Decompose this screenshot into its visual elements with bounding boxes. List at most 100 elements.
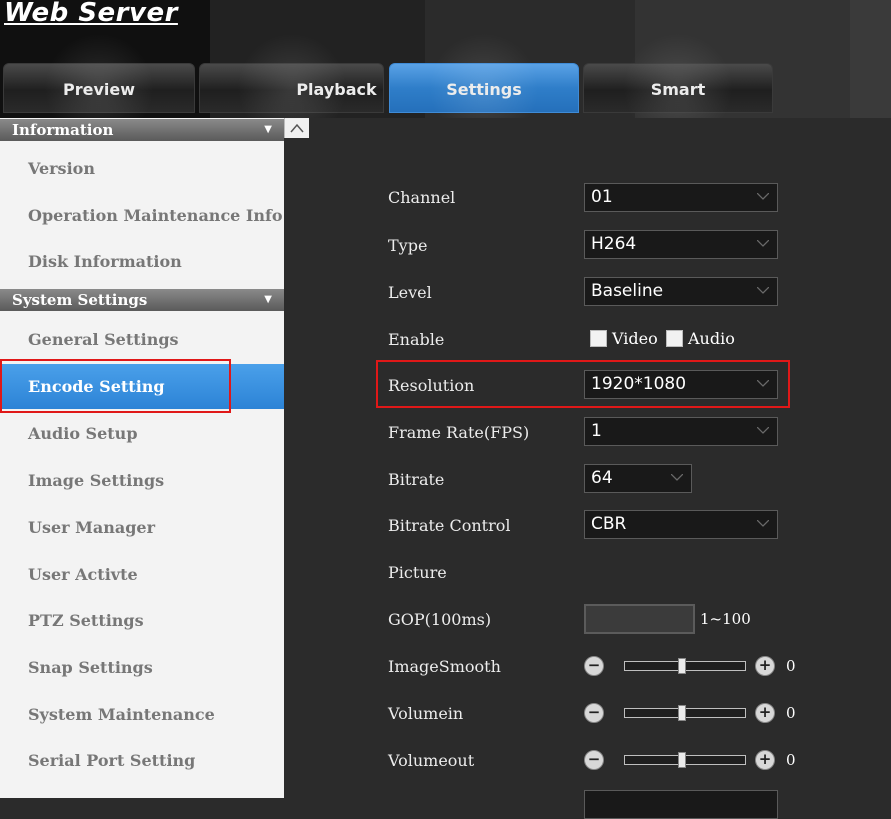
chevron-down-icon bbox=[757, 240, 769, 247]
sidebar-item-encode-setting[interactable]: Encode Setting bbox=[0, 364, 284, 409]
channel-label: Channel bbox=[388, 188, 456, 207]
channel-value: 01 bbox=[591, 187, 613, 207]
sidebar-item-label: PTZ Settings bbox=[28, 611, 144, 630]
scrollbar-up-button[interactable] bbox=[284, 118, 309, 138]
tab-playback[interactable]: Playback bbox=[199, 33, 384, 118]
level-value: Baseline bbox=[591, 281, 664, 301]
sidebar-item-label: User Manager bbox=[28, 518, 156, 537]
type-select[interactable]: H264 bbox=[584, 230, 778, 259]
video-checkbox-label: Video bbox=[612, 329, 658, 348]
sidebar-item-disk-information[interactable]: Disk Information bbox=[0, 239, 284, 284]
audio-checkbox[interactable] bbox=[666, 330, 683, 347]
image-smooth-label: ImageSmooth bbox=[388, 657, 501, 676]
volume-out-slider-thumb[interactable] bbox=[678, 752, 686, 768]
sidebar-item-label: Serial Port Setting bbox=[28, 751, 196, 770]
sidebar-item-user-manager[interactable]: User Manager bbox=[0, 505, 284, 550]
resolution-value: 1920*1080 bbox=[591, 374, 687, 394]
minus-icon: − bbox=[587, 703, 601, 721]
minus-icon: − bbox=[587, 750, 601, 768]
minus-icon: − bbox=[587, 656, 601, 674]
sidebar-section-system-settings[interactable]: System Settings ▼ bbox=[0, 289, 284, 311]
volume-in-increase-button[interactable]: + bbox=[755, 703, 775, 723]
sidebar-item-ptz-settings[interactable]: PTZ Settings bbox=[0, 598, 284, 643]
bitrate-control-select[interactable]: CBR bbox=[584, 510, 778, 539]
app-title: Web Server bbox=[4, 0, 178, 28]
volume-out-increase-button[interactable]: + bbox=[755, 750, 775, 770]
level-label: Level bbox=[388, 283, 432, 302]
bitrate-label: Bitrate bbox=[388, 470, 445, 489]
sidebar-item-label: System Maintenance bbox=[28, 705, 215, 724]
next-select-partial[interactable] bbox=[584, 790, 778, 819]
tab-smart[interactable]: Smart bbox=[583, 33, 773, 118]
plus-icon: + bbox=[758, 703, 772, 721]
resolution-label: Resolution bbox=[388, 376, 475, 395]
volume-in-label: Volumein bbox=[388, 704, 464, 723]
chevron-down-icon bbox=[757, 520, 769, 527]
sidebar: Information ▼ Version Operation Maintena… bbox=[0, 118, 284, 798]
image-smooth-value: 0 bbox=[786, 657, 796, 675]
type-value: H264 bbox=[591, 234, 637, 254]
sidebar-item-version[interactable]: Version bbox=[0, 146, 284, 191]
volume-in-slider-thumb[interactable] bbox=[678, 705, 686, 721]
resolution-select[interactable]: 1920*1080 bbox=[584, 370, 778, 399]
sidebar-item-image-settings[interactable]: Image Settings bbox=[0, 458, 284, 503]
channel-select[interactable]: 01 bbox=[584, 183, 778, 212]
sidebar-section-information[interactable]: Information ▼ bbox=[0, 119, 284, 141]
volume-in-decrease-button[interactable]: − bbox=[584, 703, 604, 723]
bitrate-value: 64 bbox=[591, 468, 613, 488]
chevron-down-icon bbox=[757, 287, 769, 294]
sidebar-item-snap-settings[interactable]: Snap Settings bbox=[0, 645, 284, 690]
tab-smart-label: Smart bbox=[650, 80, 706, 99]
frame-rate-value: 1 bbox=[591, 421, 602, 441]
video-checkbox[interactable] bbox=[590, 330, 607, 347]
sidebar-item-label: User Activte bbox=[28, 565, 138, 584]
gop-label: GOP(100ms) bbox=[388, 610, 492, 629]
image-smooth-slider-thumb[interactable] bbox=[678, 658, 686, 674]
sidebar-item-label: Disk Information bbox=[28, 252, 182, 271]
image-smooth-increase-button[interactable]: + bbox=[755, 656, 775, 676]
frame-rate-label: Frame Rate(FPS) bbox=[388, 423, 530, 442]
volume-out-decrease-button[interactable]: − bbox=[584, 750, 604, 770]
chevron-down-icon bbox=[671, 474, 683, 481]
frame-rate-select[interactable]: 1 bbox=[584, 417, 778, 446]
section-label: System Settings bbox=[12, 291, 148, 309]
bitrate-control-value: CBR bbox=[591, 514, 627, 534]
chevron-down-icon bbox=[757, 427, 769, 434]
enable-label: Enable bbox=[388, 330, 445, 349]
sidebar-item-label: Encode Setting bbox=[28, 377, 165, 396]
app-header: Web Server Preview Playback Settings Sma… bbox=[0, 0, 891, 118]
tab-preview-label: Preview bbox=[62, 80, 135, 99]
sidebar-item-general-settings[interactable]: General Settings bbox=[0, 317, 284, 362]
sidebar-item-user-activte[interactable]: User Activte bbox=[0, 552, 284, 597]
sidebar-item-label: Audio Setup bbox=[28, 424, 138, 443]
picture-label: Picture bbox=[388, 563, 447, 582]
level-select[interactable]: Baseline bbox=[584, 277, 778, 306]
tab-settings[interactable]: Settings bbox=[389, 33, 579, 118]
tab-settings-label: Settings bbox=[446, 80, 522, 99]
bitrate-select[interactable]: 64 bbox=[584, 464, 692, 493]
volume-in-value: 0 bbox=[786, 704, 796, 722]
sidebar-item-label: General Settings bbox=[28, 330, 179, 349]
tab-preview[interactable]: Preview bbox=[3, 33, 195, 118]
audio-checkbox-label: Audio bbox=[688, 329, 735, 348]
bitrate-control-label: Bitrate Control bbox=[388, 516, 511, 535]
sidebar-item-system-maintenance[interactable]: System Maintenance bbox=[0, 692, 284, 737]
plus-icon: + bbox=[758, 750, 772, 768]
sidebar-item-label: Operation Maintenance Info bbox=[28, 206, 283, 225]
chevron-down-icon: ▼ bbox=[264, 124, 272, 135]
chevron-down-icon: ▼ bbox=[264, 294, 272, 305]
tab-playback-label: Playback bbox=[296, 80, 377, 99]
gop-range: 1~100 bbox=[700, 610, 751, 628]
sidebar-item-operation-maintenance-info[interactable]: Operation Maintenance Info bbox=[0, 193, 284, 238]
sidebar-item-label: Version bbox=[28, 159, 95, 178]
chevron-down-icon bbox=[757, 380, 769, 387]
sidebar-item-audio-setup[interactable]: Audio Setup bbox=[0, 411, 284, 456]
encode-settings-panel: Channel 01 Type H264 Level Baseline Enab… bbox=[308, 138, 891, 819]
plus-icon: + bbox=[758, 656, 772, 674]
gop-input[interactable] bbox=[584, 604, 695, 634]
section-label: Information bbox=[12, 121, 114, 139]
sidebar-item-label: Image Settings bbox=[28, 471, 165, 490]
image-smooth-decrease-button[interactable]: − bbox=[584, 656, 604, 676]
sidebar-item-serial-port-setting[interactable]: Serial Port Setting bbox=[0, 738, 284, 783]
chevron-down-icon bbox=[757, 193, 769, 200]
